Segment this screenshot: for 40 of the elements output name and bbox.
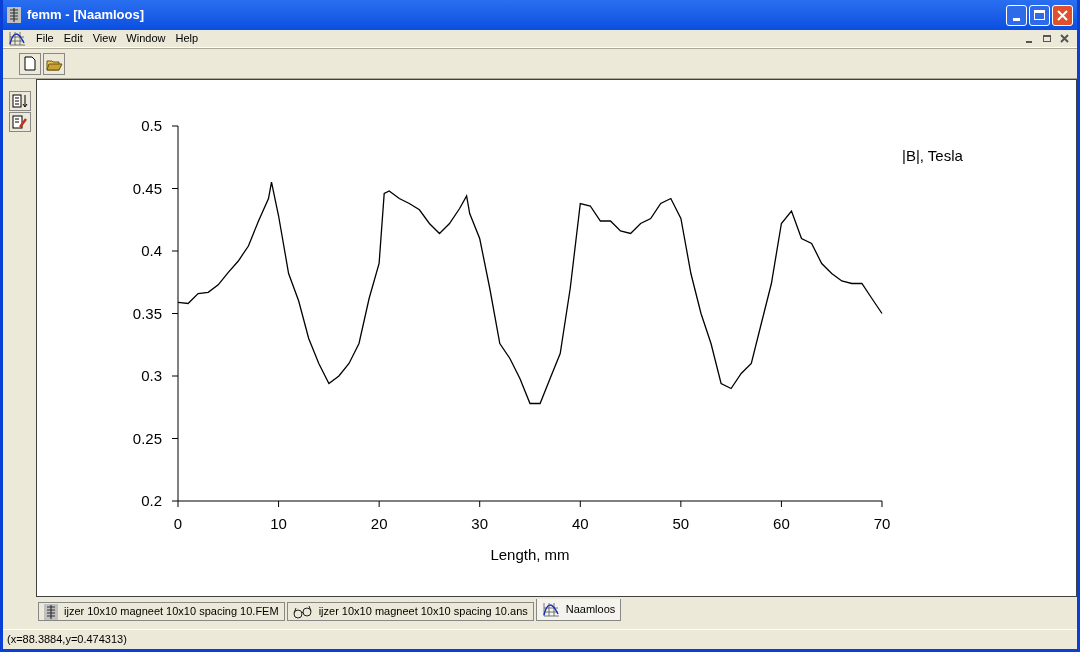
edit-button[interactable] [8,112,31,132]
document-tab[interactable]: ijzer 10x10 magneet 10x10 spacing 10.FEM [38,602,285,621]
y-tick-label: 0.25 [132,429,162,447]
x-tick-label: 70 [873,515,891,532]
status-text: (x=88.3884,y=0.474313) [7,632,127,648]
open-folder-button[interactable] [43,52,65,75]
list-button[interactable] [8,91,31,111]
document-tab[interactable]: ijzer 10x10 magneet 10x10 spacing 10.ans [286,602,534,621]
window-title: femm - [Naamloos] [27,6,145,25]
x-tick-label: 40 [571,515,589,532]
menu-item[interactable]: View [87,30,122,47]
x-axis-title: Length, mm [490,546,570,563]
menu-item[interactable]: File [31,30,59,47]
y-tick-label: 0.2 [141,492,162,509]
menu-item[interactable]: Edit [58,30,88,47]
close-button[interactable] [1052,4,1073,26]
close-icon [1057,9,1068,21]
series-label: |B|, Tesla [902,147,963,164]
y-tick-label: 0.4 [141,242,162,259]
menu-item[interactable]: Help [170,30,204,47]
y-tick-label: 0.45 [132,179,162,197]
y-tick-label: 0.3 [141,367,162,384]
y-tick-label: 0.35 [132,304,162,322]
plot-icon [8,30,26,47]
document-tab[interactable]: Naamloos [535,599,622,621]
x-tick-label: 10 [270,515,287,532]
plot-icon [541,601,560,618]
menu-item[interactable]: Window [121,30,171,47]
coil-icon [44,603,58,620]
x-tick-label: 20 [370,515,388,532]
x-tick-label: 30 [471,515,489,532]
x-tick-label: 60 [773,515,790,532]
y-tick-label: 0.5 [141,117,162,134]
minimize-button[interactable] [1006,4,1027,26]
x-tick-label: 50 [672,515,690,532]
glasses-icon [292,604,313,619]
new-file-button[interactable] [19,52,41,75]
maximize-button[interactable] [1029,4,1050,26]
x-tick-label: 0 [173,515,183,532]
app-icon [7,7,21,23]
